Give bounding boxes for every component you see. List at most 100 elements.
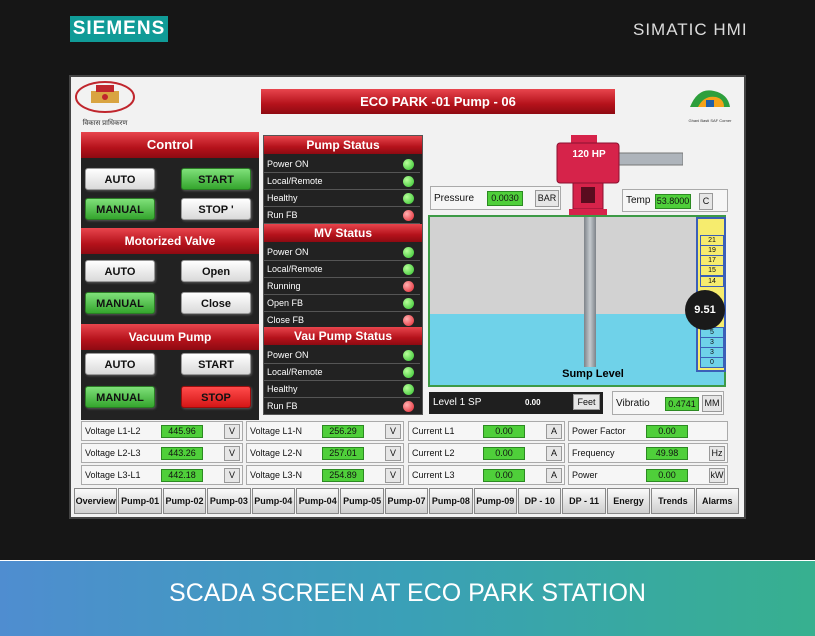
level-sp-value[interactable]: 0.00	[525, 398, 541, 407]
status-label: Power ON	[267, 247, 309, 257]
nav-tab-dp-10[interactable]: DP - 10	[518, 488, 562, 514]
pressure-label: Pressure	[434, 193, 475, 204]
simatic-label: SIMATIC HMI	[633, 20, 748, 39]
reading-label: Voltage L2-N	[250, 448, 303, 458]
nav-tab-pump-02[interactable]: Pump-02	[162, 488, 207, 514]
park-logo-text: Ghani Basti SAF Corner	[688, 118, 732, 123]
control-start-button[interactable]: START	[181, 168, 251, 190]
status-label: Run FB	[267, 401, 298, 411]
caption-banner: SCADA SCREEN AT ECO PARK STATION	[0, 561, 815, 636]
level-sp-unit[interactable]: Feet	[573, 394, 600, 410]
status-led-icon	[403, 401, 414, 412]
reading-unit[interactable]: A	[546, 424, 562, 439]
vibration-value: 0.4741	[665, 397, 699, 411]
authority-text: विकास प्राधिकरण	[82, 120, 128, 127]
gauge-tick-label: 15	[700, 265, 724, 276]
nav-tab-pump-05[interactable]: Pump-05	[340, 488, 384, 514]
temp-unit[interactable]: C	[699, 193, 713, 210]
mv-close-button[interactable]: Close	[181, 292, 251, 314]
control-stop-button[interactable]: STOP '	[181, 198, 251, 220]
pressure-unit[interactable]: BAR	[535, 190, 559, 207]
vacuum-start-button[interactable]: START	[181, 353, 251, 375]
vibration-unit[interactable]: MM	[702, 395, 722, 412]
reading-box: Voltage L2-N 257.01 V	[246, 443, 404, 463]
nav-tab-pump-03[interactable]: Pump-03	[207, 488, 251, 514]
nav-tab-alarms[interactable]: Alarms	[695, 488, 739, 514]
leaf-icon	[690, 90, 730, 107]
status-row: Healthy	[264, 381, 420, 398]
reading-value: 0.00	[483, 447, 525, 460]
status-row: Run FB	[264, 398, 420, 415]
park-logo: Ghani Basti SAF Corner	[684, 83, 736, 123]
reading-label: Current L1	[412, 426, 455, 436]
level-sp-label: Level 1 SP	[433, 397, 482, 408]
reading-value: 254.89	[322, 469, 364, 482]
pump-shaft	[584, 217, 596, 367]
nav-tab-trends[interactable]: Trends	[651, 488, 695, 514]
vacuum-auto-button[interactable]: AUTO	[85, 353, 155, 375]
status-row: Run FB	[264, 207, 420, 224]
status-row: Running	[264, 278, 420, 295]
reading-value: 49.98	[646, 447, 688, 460]
reading-box: Power 0.00 kW	[568, 465, 728, 485]
vacuum-manual-button[interactable]: MANUAL	[85, 386, 155, 408]
mv-open-button[interactable]: Open	[181, 260, 251, 282]
mv-status-title: MV Status	[264, 224, 422, 242]
status-led-icon	[403, 315, 414, 326]
reading-box: Voltage L1-L2 445.96 V	[81, 421, 243, 441]
nav-tab-dp-11[interactable]: DP - 11	[562, 488, 606, 514]
vibration-label: Vibratio	[616, 398, 650, 409]
temp-box: Temp 53.8000 C	[622, 189, 728, 212]
nav-tab-pump-04[interactable]: Pump-04	[251, 488, 295, 514]
reading-unit[interactable]: V	[385, 446, 401, 461]
level-sp-box: Level 1 SP 0.00 Feet	[429, 392, 603, 414]
mv-title: Motorized Valve	[81, 228, 259, 254]
reading-value: 0.00	[646, 425, 688, 438]
reading-label: Voltage L2-L3	[85, 448, 141, 458]
reading-value: 442.18	[161, 469, 203, 482]
vacuum-title: Vacuum Pump	[81, 324, 259, 350]
status-row: Local/Remote	[264, 261, 420, 278]
reading-box: Voltage L3-L1 442.18 V	[81, 465, 243, 485]
reading-unit[interactable]: V	[385, 424, 401, 439]
nav-tab-overview[interactable]: Overview	[74, 488, 118, 514]
mv-auto-button[interactable]: AUTO	[85, 260, 155, 282]
nav-tab-pump-09[interactable]: Pump-09	[473, 488, 517, 514]
reading-unit[interactable]: V	[224, 424, 240, 439]
status-led-icon	[403, 159, 414, 170]
status-led-icon	[403, 193, 414, 204]
sump-tank: Sump Level	[428, 215, 726, 387]
status-label: Running	[267, 281, 301, 291]
reading-unit[interactable]: A	[546, 446, 562, 461]
nav-tab-pump-01[interactable]: Pump-01	[118, 488, 162, 514]
level-value-badge: 9.51	[685, 290, 725, 330]
vacuum-stop-button[interactable]: STOP	[181, 386, 251, 408]
reading-unit[interactable]: kW	[709, 468, 725, 483]
pump-status-list: Power ON Local/Remote Healthy Run FB	[264, 156, 422, 226]
nav-tab-energy[interactable]: Energy	[606, 488, 651, 514]
reading-unit[interactable]: A	[546, 468, 562, 483]
authority-logo: विकास प्राधिकरण	[74, 80, 136, 127]
reading-value: 0.00	[646, 469, 688, 482]
control-manual-button[interactable]: MANUAL	[85, 198, 155, 220]
status-label: Local/Remote	[267, 264, 323, 274]
reading-unit[interactable]: Hz	[709, 446, 725, 461]
status-label: Local/Remote	[267, 176, 323, 186]
status-label: Open FB	[267, 298, 304, 308]
reading-label: Voltage L1-N	[250, 426, 303, 436]
nav-tab-pump-04[interactable]: Pump-04	[296, 488, 340, 514]
vac-status-list: Power ON Local/Remote Healthy Run FB	[264, 347, 422, 417]
status-row: Healthy	[264, 190, 420, 207]
vibration-box: Vibratio 0.4741 MM	[612, 391, 724, 415]
reading-box: Voltage L2-L3 443.26 V	[81, 443, 243, 463]
gauge-tick-label: 14	[700, 276, 724, 287]
status-led-icon	[403, 367, 414, 378]
mv-manual-button[interactable]: MANUAL	[85, 292, 155, 314]
status-led-icon	[403, 264, 414, 275]
reading-unit[interactable]: V	[385, 468, 401, 483]
control-auto-button[interactable]: AUTO	[85, 168, 155, 190]
nav-tab-pump-08[interactable]: Pump-08	[429, 488, 473, 514]
reading-unit[interactable]: V	[224, 468, 240, 483]
nav-tab-pump-07[interactable]: Pump-07	[384, 488, 429, 514]
reading-unit[interactable]: V	[224, 446, 240, 461]
